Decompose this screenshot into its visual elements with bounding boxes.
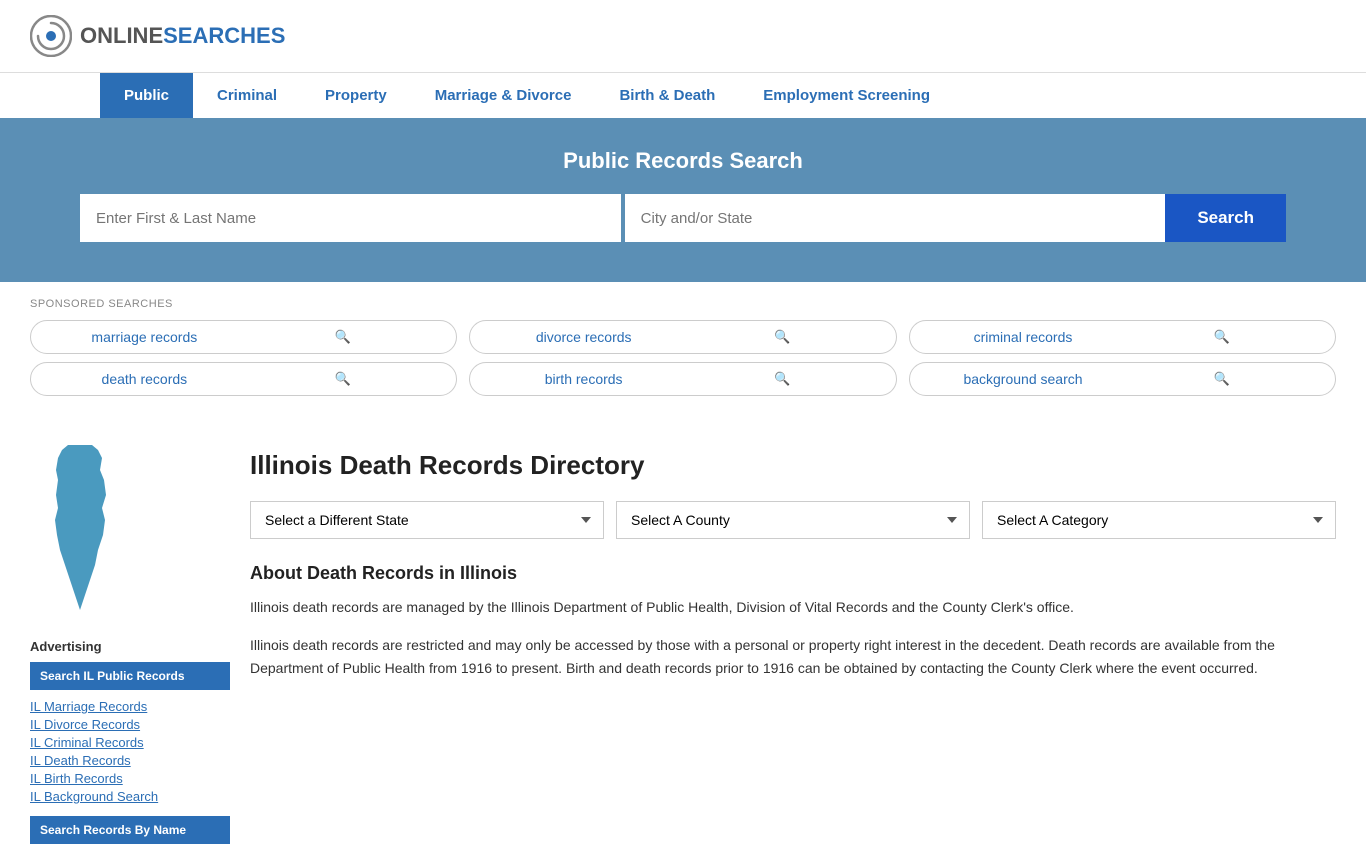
pills-row-2: death records 🔍 birth records 🔍 backgrou… xyxy=(30,362,1336,396)
pill-background-search[interactable]: background search 🔍 xyxy=(909,362,1336,396)
pill-birth-records[interactable]: birth records 🔍 xyxy=(469,362,896,396)
search-icon: 🔍 xyxy=(1122,329,1321,345)
list-item: IL Criminal Records xyxy=(30,734,230,750)
category-dropdown[interactable]: Select A Category xyxy=(982,501,1336,539)
sponsored-label: SPONSORED SEARCHES xyxy=(30,298,1336,310)
logo[interactable]: ONLINESEARCHES xyxy=(30,15,285,57)
search-button[interactable]: Search xyxy=(1165,194,1286,242)
il-birth-records-link[interactable]: IL Birth Records xyxy=(30,771,123,786)
sponsored-section: SPONSORED SEARCHES marriage records 🔍 di… xyxy=(0,282,1366,420)
il-divorce-records-link[interactable]: IL Divorce Records xyxy=(30,717,140,732)
about-paragraph-1: Illinois death records are managed by th… xyxy=(250,596,1336,618)
sidebar-links: IL Marriage Records IL Divorce Records I… xyxy=(30,698,230,804)
state-dropdown[interactable]: Select a Different State xyxy=(250,501,604,539)
name-input[interactable] xyxy=(80,194,621,242)
il-death-records-link[interactable]: IL Death Records xyxy=(30,753,131,768)
advertising-label: Advertising xyxy=(30,639,230,654)
nav-item-property[interactable]: Property xyxy=(301,73,411,118)
page-title: Illinois Death Records Directory xyxy=(250,450,1336,481)
nav-item-marriage-divorce[interactable]: Marriage & Divorce xyxy=(411,73,596,118)
list-item: IL Birth Records xyxy=(30,770,230,786)
about-paragraph-2: Illinois death records are restricted an… xyxy=(250,634,1336,679)
nav-item-public[interactable]: Public xyxy=(100,73,193,118)
sidebar: Advertising Search IL Public Records IL … xyxy=(30,440,230,844)
content-wrapper: Advertising Search IL Public Records IL … xyxy=(0,420,1366,864)
main-container: SPONSORED SEARCHES marriage records 🔍 di… xyxy=(0,282,1366,864)
list-item: IL Background Search xyxy=(30,788,230,804)
search-bar: Search xyxy=(80,194,1286,242)
nav-item-birth-death[interactable]: Birth & Death xyxy=(595,73,739,118)
search-icon: 🔍 xyxy=(244,329,443,345)
hero-title: Public Records Search xyxy=(80,148,1286,174)
il-background-search-link[interactable]: IL Background Search xyxy=(30,789,158,804)
main-nav: Public Criminal Property Marriage & Divo… xyxy=(0,72,1366,118)
search-records-by-name-button[interactable]: Search Records By Name xyxy=(30,816,230,844)
list-item: IL Divorce Records xyxy=(30,716,230,732)
list-item: IL Death Records xyxy=(30,752,230,768)
logo-text: ONLINESEARCHES xyxy=(80,23,285,49)
illinois-map xyxy=(30,440,130,620)
county-dropdown[interactable]: Select A County xyxy=(616,501,970,539)
search-icon: 🔍 xyxy=(683,329,882,345)
pills-row-1: marriage records 🔍 divorce records 🔍 cri… xyxy=(30,320,1336,354)
nav-item-employment[interactable]: Employment Screening xyxy=(739,73,954,118)
search-icon: 🔍 xyxy=(683,371,882,387)
pill-criminal-records[interactable]: criminal records 🔍 xyxy=(909,320,1336,354)
hero-section: Public Records Search Search xyxy=(0,118,1366,282)
pill-marriage-records[interactable]: marriage records 🔍 xyxy=(30,320,457,354)
dropdowns: Select a Different State Select A County… xyxy=(250,501,1336,539)
il-marriage-records-link[interactable]: IL Marriage Records xyxy=(30,699,147,714)
about-title: About Death Records in Illinois xyxy=(250,563,1336,584)
nav-item-criminal[interactable]: Criminal xyxy=(193,73,301,118)
main-content: Illinois Death Records Directory Select … xyxy=(250,440,1336,844)
pill-divorce-records[interactable]: divorce records 🔍 xyxy=(469,320,896,354)
pill-death-records[interactable]: death records 🔍 xyxy=(30,362,457,396)
logo-icon xyxy=(30,15,72,57)
il-criminal-records-link[interactable]: IL Criminal Records xyxy=(30,735,144,750)
search-il-public-records-button[interactable]: Search IL Public Records xyxy=(30,662,230,690)
city-input[interactable] xyxy=(625,194,1166,242)
site-header: ONLINESEARCHES xyxy=(0,0,1366,72)
search-icon: 🔍 xyxy=(1122,371,1321,387)
list-item: IL Marriage Records xyxy=(30,698,230,714)
search-icon: 🔍 xyxy=(244,371,443,387)
